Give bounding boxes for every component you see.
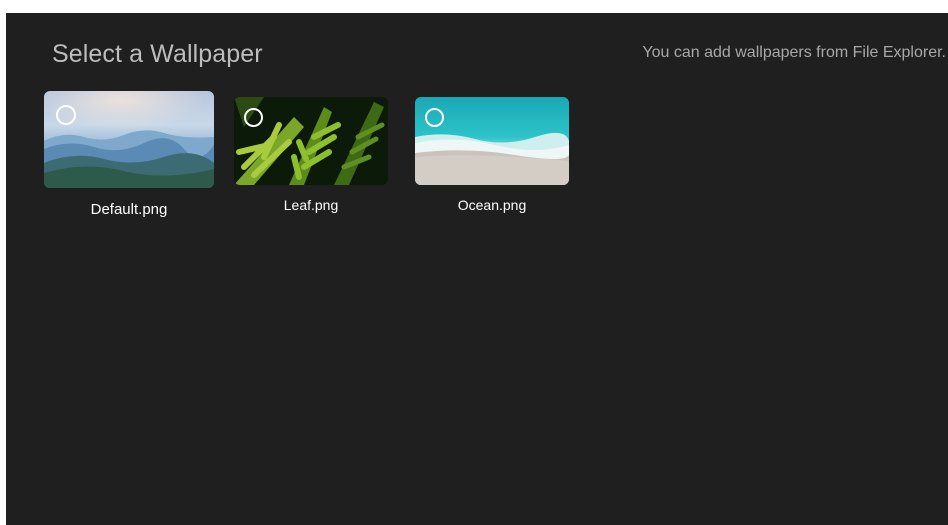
hint-text: You can add wallpapers from File Explore… [642,44,946,61]
radio-unselected-icon[interactable] [425,108,444,127]
wallpaper-name: Ocean.png [457,197,527,213]
page-title: Select a Wallpaper [52,40,263,68]
wallpaper-name: Leaf.png [283,197,339,213]
radio-unselected-icon[interactable] [244,108,263,127]
wallpaper-name: Default.png [90,201,168,218]
wallpaper-screen: Select a Wallpaper You can add wallpaper… [6,13,948,525]
radio-unselected-icon[interactable] [56,105,76,125]
